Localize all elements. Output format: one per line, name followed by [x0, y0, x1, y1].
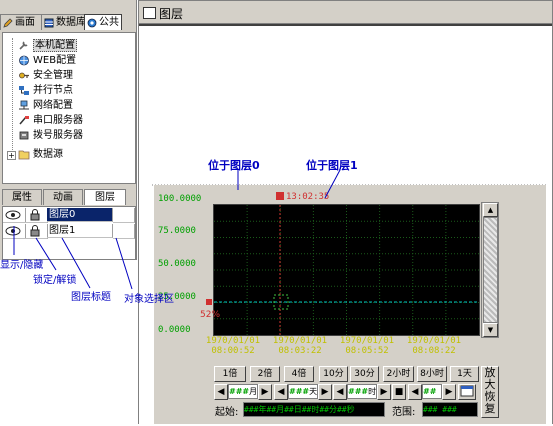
annotation-lock-unlock: 锁定/解锁	[33, 275, 77, 286]
annotation-layer-title: 图层标题	[71, 292, 111, 303]
annotation-show-hide: 显示/隐藏	[0, 260, 44, 271]
annotation-object-select: 对象选择区	[124, 294, 174, 305]
annotation-layer1: 位于图层1	[306, 159, 358, 172]
annotation-layer0: 位于图层0	[208, 159, 260, 172]
annotation-arrows	[13, 169, 341, 290]
